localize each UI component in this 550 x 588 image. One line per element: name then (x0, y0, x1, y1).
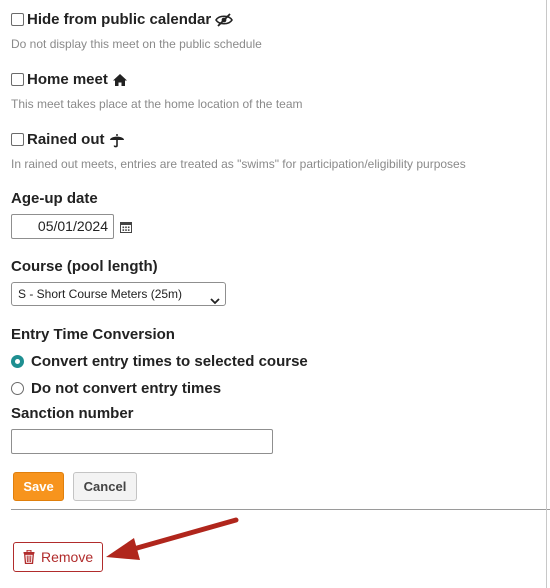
hide-public-label[interactable]: Hide from public calendar (27, 11, 211, 28)
hide-public-checkbox[interactable] (11, 13, 24, 26)
convert-radio-label[interactable]: Convert entry times to selected course (31, 353, 308, 370)
sanction-number-input[interactable] (11, 429, 273, 454)
course-selected-value: S - Short Course Meters (25m) (18, 287, 183, 301)
course-label: Course (pool length) (11, 258, 158, 275)
remove-button-label: Remove (41, 549, 94, 565)
save-button[interactable]: Save (13, 472, 64, 501)
eye-slash-icon (215, 12, 234, 27)
hide-public-row: Hide from public calendar (11, 11, 234, 28)
home-meet-label[interactable]: Home meet (27, 71, 108, 88)
hide-public-help: Do not display this meet on the public s… (11, 37, 262, 51)
annotation-arrow-icon (106, 517, 239, 560)
rained-out-row: Rained out (11, 131, 125, 148)
umbrella-icon (109, 132, 125, 148)
age-up-label: Age-up date (11, 190, 98, 207)
rained-out-label[interactable]: Rained out (27, 131, 105, 148)
calendar-icon[interactable] (120, 220, 132, 238)
conversion-option-convert[interactable]: Convert entry times to selected course (11, 353, 308, 370)
age-up-date-input[interactable]: 05/01/2024 (11, 214, 114, 239)
sanction-label: Sanction number (11, 405, 134, 422)
divider (11, 509, 550, 510)
home-meet-help: This meet takes place at the home locati… (11, 97, 303, 111)
home-meet-row: Home meet (11, 71, 128, 88)
panel-border (546, 0, 547, 588)
convert-radio[interactable] (11, 355, 24, 368)
rained-out-checkbox[interactable] (11, 133, 24, 146)
remove-button[interactable]: Remove (13, 542, 103, 572)
no-convert-radio[interactable] (11, 382, 24, 395)
conversion-option-no-convert[interactable]: Do not convert entry times (11, 380, 221, 397)
meet-settings-form: Hide from public calendar Do not display… (0, 0, 550, 588)
trash-icon (23, 550, 35, 564)
chevron-down-icon (210, 290, 220, 312)
course-select[interactable]: S - Short Course Meters (25m) (11, 282, 226, 306)
no-convert-radio-label[interactable]: Do not convert entry times (31, 380, 221, 397)
home-meet-checkbox[interactable] (11, 73, 24, 86)
home-icon (112, 73, 128, 87)
cancel-button[interactable]: Cancel (73, 472, 137, 501)
rained-out-help: In rained out meets, entries are treated… (11, 157, 466, 171)
conversion-label: Entry Time Conversion (11, 326, 175, 343)
